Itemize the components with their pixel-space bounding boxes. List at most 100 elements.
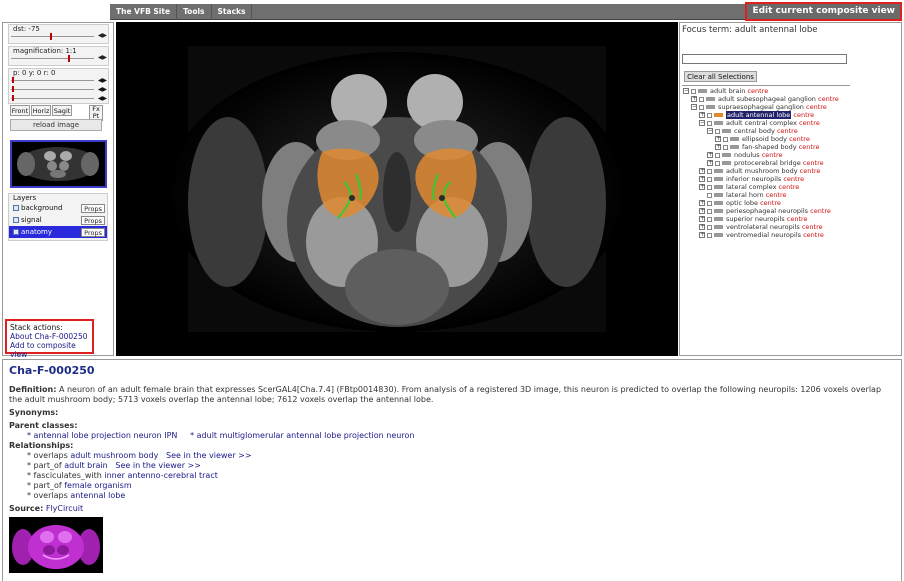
dst-slider-handle[interactable] [50, 33, 53, 40]
tree-node[interactable]: + adult mushroom body centre [680, 167, 901, 175]
centre-link[interactable]: centre [779, 183, 800, 191]
tree-node[interactable]: − central body centre [680, 127, 901, 135]
tree-node-label[interactable]: optic lobe [726, 199, 758, 207]
focus-term-input[interactable] [682, 54, 847, 64]
centre-link[interactable]: centre [810, 207, 831, 215]
tree-node-checkbox[interactable] [707, 120, 712, 126]
clear-all-selections-button[interactable]: Clear all Selections [684, 71, 757, 82]
expand-icon[interactable]: + [715, 144, 721, 150]
centre-link[interactable]: centre [762, 151, 783, 159]
centre-link[interactable]: centre [806, 103, 827, 111]
tree-node-label[interactable]: supraesophageal ganglion [718, 103, 804, 111]
centre-link[interactable]: centre [789, 135, 810, 143]
layer-anatomy-props-button[interactable]: Props [81, 228, 105, 237]
layer-anatomy[interactable]: anatomy Props [9, 226, 107, 238]
centre-link[interactable]: centre [803, 159, 824, 167]
pitch-slider-handle[interactable] [12, 77, 14, 83]
tree-node[interactable]: + lateral complex centre [680, 183, 901, 191]
tree-node[interactable]: − supraesophageal ganglion centre [680, 103, 901, 111]
color-swatch-icon[interactable] [722, 129, 731, 133]
magnification-slider[interactable] [11, 58, 94, 59]
layer-signal-checkbox[interactable] [13, 217, 19, 223]
centre-link[interactable]: centre [760, 199, 781, 207]
centre-link[interactable]: centre [799, 143, 820, 151]
tree-node-label[interactable]: adult brain [710, 87, 745, 95]
tree-node[interactable]: + adult subesophageal ganglion centre [680, 95, 901, 103]
tree-node-label[interactable]: inferior neuropils [726, 175, 781, 183]
layer-signal[interactable]: signal Props [9, 214, 107, 226]
add-to-composite-link[interactable]: Add to composite view [10, 341, 89, 359]
color-swatch-icon[interactable] [714, 193, 723, 197]
centre-link[interactable]: centre [802, 223, 823, 231]
expand-icon[interactable]: + [715, 136, 721, 142]
tree-node-label[interactable]: lateral horn [726, 191, 764, 199]
tree-node-checkbox[interactable] [699, 104, 704, 110]
layer-anatomy-checkbox[interactable] [13, 229, 19, 235]
yaw-slider-handle[interactable] [12, 86, 14, 92]
pitch-step-arrows-icon[interactable]: ◀ ▶ [98, 77, 107, 84]
tree-node-label[interactable]: superior neuropils [726, 215, 785, 223]
menu-vfb-site[interactable]: The VFB Site [110, 4, 178, 20]
tree-node-label[interactable]: nodulus [734, 151, 760, 159]
color-swatch-icon[interactable] [714, 225, 723, 229]
centre-link[interactable]: centre [777, 127, 798, 135]
tree-node-checkbox[interactable] [707, 192, 712, 198]
tree-node-checkbox[interactable] [707, 224, 712, 230]
color-swatch-icon[interactable] [714, 185, 723, 189]
color-swatch-icon[interactable] [730, 145, 739, 149]
reload-image-button[interactable]: reload image [10, 119, 102, 131]
tree-node[interactable]: + ventromedial neuropils centre [680, 231, 901, 239]
relationship-target-link[interactable]: inner antenno-cerebral tract [104, 471, 217, 480]
tree-node[interactable]: + ellipsoid body centre [680, 135, 901, 143]
centre-link[interactable]: centre [766, 191, 787, 199]
expand-icon[interactable]: + [699, 216, 705, 222]
tree-node[interactable]: + periesophageal neuropils centre [680, 207, 901, 215]
tree-node-checkbox[interactable] [707, 216, 712, 222]
expand-icon[interactable]: + [699, 112, 705, 118]
horizontal-view-button[interactable]: Horiz [31, 105, 51, 116]
tree-node[interactable]: lateral horn centre [680, 191, 901, 199]
edit-composite-view-button[interactable]: Edit current composite view [745, 2, 902, 21]
source-link[interactable]: FlyCircuit [46, 504, 83, 513]
color-swatch-icon[interactable] [722, 153, 731, 157]
tree-node-checkbox[interactable] [715, 152, 720, 158]
roll-step-arrows-icon[interactable]: ◀ ▶ [98, 95, 107, 102]
relationship-target-link[interactable]: adult brain [64, 461, 108, 470]
magnification-step-arrows-icon[interactable]: ◀ ▶ [98, 54, 107, 61]
parent-class-link[interactable]: * antennal lobe projection neuron IPN [27, 431, 177, 440]
relationship-target-link[interactable]: adult mushroom body [70, 451, 158, 460]
see-in-viewer-link[interactable]: See in the viewer >> [115, 461, 201, 470]
tree-node-checkbox[interactable] [707, 168, 712, 174]
yaw-slider[interactable] [11, 89, 94, 90]
color-swatch-icon[interactable] [714, 209, 723, 213]
centre-link[interactable]: centre [818, 95, 839, 103]
centre-link[interactable]: centre [783, 175, 804, 183]
centre-link[interactable]: centre [787, 215, 808, 223]
centre-link[interactable]: centre [800, 167, 821, 175]
color-swatch-icon[interactable] [714, 169, 723, 173]
color-swatch-icon[interactable] [714, 121, 723, 125]
pitch-slider[interactable] [11, 80, 94, 81]
expand-icon[interactable]: + [699, 168, 705, 174]
dst-slider[interactable] [11, 36, 94, 37]
color-swatch-icon[interactable] [714, 113, 723, 117]
centre-link[interactable]: centre [799, 119, 820, 127]
collapse-icon[interactable]: − [707, 128, 713, 134]
yaw-step-arrows-icon[interactable]: ◀ ▶ [98, 86, 107, 93]
expand-icon[interactable]: + [699, 232, 705, 238]
tree-node[interactable]: + inferior neuropils centre [680, 175, 901, 183]
color-swatch-icon[interactable] [698, 89, 707, 93]
sagittal-view-button[interactable]: Sagit [52, 105, 72, 116]
tree-node[interactable]: + superior neuropils centre [680, 215, 901, 223]
source-image-thumbnail[interactable] [9, 517, 103, 573]
stack-image-viewer[interactable] [116, 22, 678, 356]
tree-node-label[interactable]: adult mushroom body [726, 167, 798, 175]
tree-node-label[interactable]: adult central complex [726, 119, 797, 127]
expand-icon[interactable]: + [707, 160, 713, 166]
front-view-button[interactable]: Front [10, 105, 30, 116]
relationship-target-link[interactable]: female organism [64, 481, 131, 490]
tree-node[interactable]: + ventrolateral neuropils centre [680, 223, 901, 231]
magnification-slider-handle[interactable] [68, 55, 71, 62]
relationship-target-link[interactable]: antennal lobe [70, 491, 125, 500]
dst-step-arrows-icon[interactable]: ◀ ▶ [98, 32, 107, 39]
